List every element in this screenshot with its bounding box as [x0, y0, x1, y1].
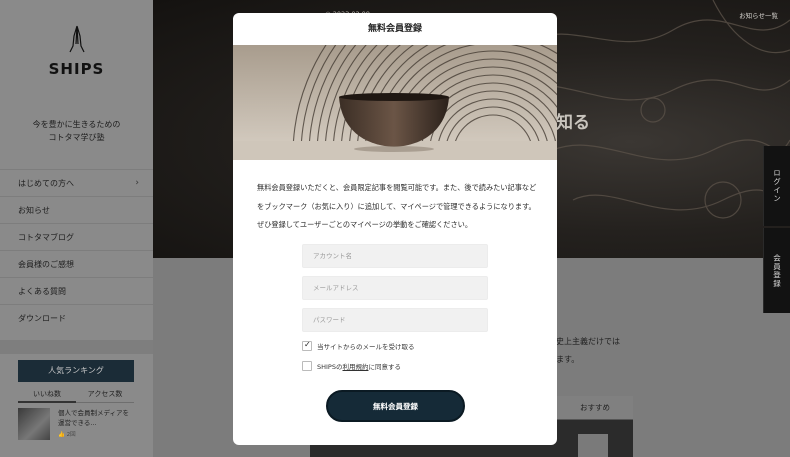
sidebar-item-label: ダウンロード [18, 314, 66, 323]
tagline: 今を豊かに生きるための コトタマ学び塾 [0, 118, 153, 144]
brand-name: SHIPS [48, 60, 105, 78]
signup-tab[interactable]: 会員登録 [763, 228, 790, 313]
newsletter-checkbox-row: ✓ 当サイトからのメールを受け取る [302, 340, 415, 351]
sidebar-item-download[interactable]: ダウンロード [0, 304, 153, 331]
sidebar-item-label: はじめての方へ [18, 179, 74, 188]
ranking-item-likes: 👍 2回 [58, 432, 76, 438]
sidebar-item-label: 会員様のご感想 [18, 260, 74, 269]
newsletter-label: 当サイトからのメールを受け取る [317, 343, 415, 351]
sidebar-item-label: よくある質問 [18, 287, 66, 296]
email-input[interactable] [302, 276, 488, 300]
sidebar-item-news[interactable]: お知らせ [0, 196, 153, 223]
tab-likes[interactable]: いいね数 [18, 385, 76, 403]
sidebar-item-faq[interactable]: よくある質問 [0, 277, 153, 304]
sidebar-item-label: お知らせ [18, 206, 50, 215]
tab-access[interactable]: アクセス数 [76, 385, 134, 403]
sidebar-item-label: コトタマブログ [18, 233, 74, 242]
modal-title: 無料会員登録 [367, 24, 422, 34]
sidebar-item-first-time[interactable]: はじめての方へ › [0, 169, 153, 196]
content-line: ます。 [556, 355, 580, 364]
content-line: 史上主義だけでは [556, 337, 620, 346]
terms-checkbox-row: SHIPSの 利用規約 に同意する [302, 361, 401, 371]
hero-title: 知る [556, 113, 590, 133]
tea-bowl-image [233, 45, 557, 160]
praying-hands-icon [68, 25, 85, 53]
terms-suffix: に同意する [368, 363, 401, 371]
sidebar-nav: はじめての方へ › お知らせ コトタマブログ 会員様のご感想 よくある質問 ダウ… [0, 169, 153, 331]
sidebar-item-blog[interactable]: コトタマブログ [0, 223, 153, 250]
site-logo[interactable]: SHIPS [0, 24, 153, 78]
ranking-item[interactable]: 個人で会員制メディアを運営できる... 👍 2回 [18, 408, 134, 440]
register-button[interactable]: 無料会員登録 [326, 390, 465, 422]
news-list-link[interactable]: お知らせ一覧 [739, 10, 778, 20]
chevron-right-icon: › [135, 178, 139, 188]
modal-description: 無料会員登録いただくと、会員限定記事を閲覧可能です。また、後で読みたい記事などを… [257, 183, 537, 229]
tab-recommended[interactable]: おすすめ [557, 396, 633, 420]
ranking-widget: 人気ランキング いいね数 アクセス数 個人で会員制メディアを運営できる... 👍… [18, 360, 134, 440]
terms-checkbox[interactable] [302, 361, 312, 371]
nav-divider [0, 340, 153, 354]
ranking-title: 人気ランキング [18, 360, 134, 382]
ranking-item-title: 個人で会員制メディアを運営できる... [58, 409, 130, 427]
newsletter-checkbox[interactable]: ✓ [302, 340, 312, 351]
thumbnail-block [578, 434, 608, 457]
tagline-line: コトタマ学び塾 [48, 133, 105, 142]
signup-modal: 無料会員登録 無料会員登録いただくと、会員限定記事を閲覧可能です。また、後で読み… [233, 13, 557, 445]
account-name-input[interactable] [302, 244, 488, 268]
login-tab[interactable]: ログイン [763, 146, 790, 226]
sidebar-item-testimonials[interactable]: 会員様のご感想 [0, 250, 153, 277]
ranking-item-text: 個人で会員制メディアを運営できる... 👍 2回 [58, 408, 132, 440]
terms-prefix: SHIPSの [317, 363, 343, 371]
sidebar: SHIPS 今を豊かに生きるための コトタマ学び塾 はじめての方へ › お知らせ… [0, 0, 153, 457]
content-text: 史上主義だけでは ます。 [556, 333, 620, 369]
tagline-line: 今を豊かに生きるための [32, 120, 121, 129]
ranking-thumbnail [18, 408, 50, 440]
check-icon: ✓ [304, 340, 311, 349]
terms-link[interactable]: 利用規約 [342, 361, 368, 371]
password-input[interactable] [302, 308, 488, 332]
ranking-tabs: いいね数 アクセス数 [18, 385, 134, 403]
